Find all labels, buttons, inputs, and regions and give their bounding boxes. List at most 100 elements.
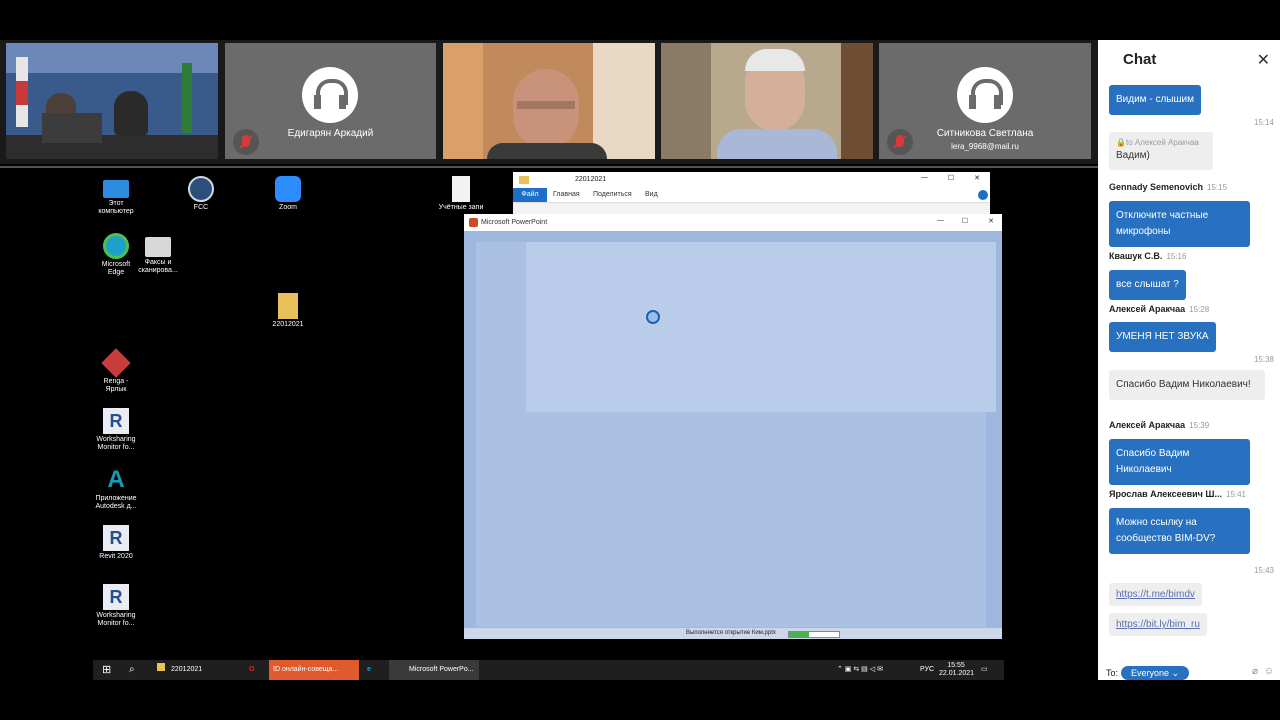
clock[interactable]: 15:55 22.01.2021 [939,660,975,682]
tab-view[interactable]: Вид [645,191,658,198]
video-tile-4[interactable] [661,43,873,159]
clock-date: 22.01.2021 [939,670,975,677]
explorer-ribbon: Файл Главная Поделиться Вид [513,188,990,203]
recipient-select[interactable]: Everyone ⌄ [1121,666,1189,680]
edge-icon [103,233,129,259]
video-tile-5[interactable]: Ситникова Светлана lera_9968@mail.ru [879,43,1091,159]
emoji-icon[interactable]: ☺ [1264,666,1274,677]
lock-icon-label: 🔒to Алексей Аракчаа [1116,138,1199,147]
chat-message: Спасибо Вадим Николаевич! [1109,370,1265,400]
search-icon[interactable]: ⌕ [129,660,135,680]
chat-message: Можно ссылку на сообщество BIM-DV? [1109,508,1250,554]
explorer-title: 22012021 [575,176,607,183]
printer-icon [145,237,171,257]
chat-sender: Алексей Аракчаа 15:39 [1109,420,1210,430]
loading-spinner-icon [646,310,660,324]
video-tile-3[interactable] [443,43,655,159]
lock-icon: 🔒 [1116,138,1126,147]
opera-icon[interactable]: O [249,660,254,680]
chat-title: Chat [1123,51,1157,68]
explorer-titlebar: 22012021 — ☐ ✕ [513,172,990,188]
powerpoint-title: Microsoft PowerPoint [481,219,548,226]
windows-taskbar: ⊞ ⌕ 22012021 O ID онлайн-совеща... e Mic… [93,660,1004,680]
video-strip: Едигарян Аркадий Ситникова Светлана lera… [0,40,1098,164]
chat-message: Видим - слышим [1109,85,1201,115]
attach-icon[interactable]: ⌀ [1252,666,1258,677]
desktop-icon-fcc[interactable]: FCC [178,176,224,212]
chat-message: Отключите частные микрофоны [1109,201,1250,247]
start-icon[interactable]: ⊞ [102,660,111,680]
tab-share[interactable]: Поделиться [593,191,632,198]
headset-avatar-icon [957,67,1013,123]
loading-status: Выполняется открытие Ким.pptx [686,630,776,636]
desktop-icon-revit[interactable]: R Revit 2020 [93,525,139,561]
desktop-icon-autodesk[interactable]: A Приложение Autodesk д... [93,467,139,511]
mic-muted-icon [233,129,259,155]
video-tile-2[interactable]: Едигарян Аркадий [225,43,436,159]
zoom-icon [275,176,301,202]
chat-sender: Gennady Semenovich 15:15 [1109,182,1228,192]
divider [0,166,1098,168]
to-label: To: [1106,668,1119,678]
close-icon[interactable]: ✕ [1257,50,1270,70]
maximize-button[interactable]: ☐ [962,217,968,225]
chat-timestamp: 15:43 [1253,566,1274,575]
minimize-button[interactable]: — [937,217,944,224]
chat-message: все слышат ? [1109,270,1186,300]
help-icon[interactable] [978,190,988,200]
revit-icon: R [103,584,129,610]
chat-sender: Квашук С.В. 15:16 [1109,251,1187,261]
video-tile-1[interactable] [6,43,218,159]
taskbar-powerpoint[interactable]: Microsoft PowerPo... [389,660,479,680]
chat-link[interactable]: https://bit.ly/bim_ru [1109,613,1207,636]
powerpoint-icon [469,218,478,227]
desktop-icon-this-pc[interactable]: Этот компьютер [93,176,139,216]
chat-sender: Ярослав Алексеевич Ш... 15:41 [1109,489,1246,499]
desktop-icon-accounts[interactable]: Учётные запи [438,176,484,212]
tray-icons[interactable]: ⌃ ▣ ⇆ ▤ ◁ ✉ [837,660,883,680]
desktop-icon-renga[interactable]: Renga - Ярлык [93,348,139,394]
chat-timestamp: 15:14 [1253,118,1274,127]
renga-icon [101,348,131,378]
desktop-icon-22012021[interactable]: 22012021 [265,293,311,329]
folder-icon [519,176,529,184]
powerpoint-statusbar: Выполняется открытие Ким.pptx [464,628,1002,639]
chat-panel: Chat ✕ Видим - слышим 15:14 🔒to Алексей … [1098,40,1280,680]
powerpoint-window: Microsoft PowerPoint — ☐ ✕ Выполняется о… [464,214,1002,639]
chat-timestamp: 15:38 [1253,355,1274,364]
chat-message: УМЕНЯ НЕТ ЗВУКА [1109,322,1216,352]
zip-folder-icon [278,293,298,319]
close-button[interactable]: ✕ [988,217,994,225]
language-indicator[interactable]: РУС [920,660,934,680]
tab-file[interactable]: Файл [513,188,547,202]
progress-bar [788,631,840,638]
close-button[interactable]: ✕ [974,174,980,182]
camera-icon [188,176,214,202]
taskbar-explorer[interactable]: 22012021 [157,660,237,680]
desktop-icon-worksharing-1[interactable]: R Worksharing Monitor fo... [93,408,139,452]
maximize-button[interactable]: ☐ [948,174,954,182]
headset-avatar-icon [302,67,358,123]
computer-icon [103,180,129,198]
progress-fill [789,632,809,637]
chat-link[interactable]: https://t.me/bimdv [1109,583,1202,606]
notifications-icon[interactable]: ▭ [981,660,988,680]
document-icon [452,176,470,202]
desktop-icon-worksharing-2[interactable]: R Worksharing Monitor fo... [93,584,139,628]
autodesk-icon: A [107,466,125,493]
desktop-icon-zoom[interactable]: Zoom [265,176,311,212]
share-margin-left [0,170,93,680]
chat-private-message: 🔒to Алексей Аракчаа Вадим) [1109,132,1213,170]
tab-home[interactable]: Главная [553,191,580,198]
revit-icon: R [103,408,129,434]
mic-muted-icon [887,129,913,155]
edge-icon[interactable]: e [367,660,371,680]
clock-time: 15:55 [947,662,965,669]
minimize-button[interactable]: — [921,174,928,181]
desktop-icon-fax[interactable]: Факсы и сканирова... [135,233,181,275]
loading-overlay [476,242,996,627]
taskbar-browser[interactable]: ID онлайн-совеща... [269,660,359,680]
chat-message: Спасибо Вадим Николаевич [1109,439,1250,485]
revit-icon: R [103,525,129,551]
desktop-icon-edge[interactable]: Microsoft Edge [93,233,139,277]
